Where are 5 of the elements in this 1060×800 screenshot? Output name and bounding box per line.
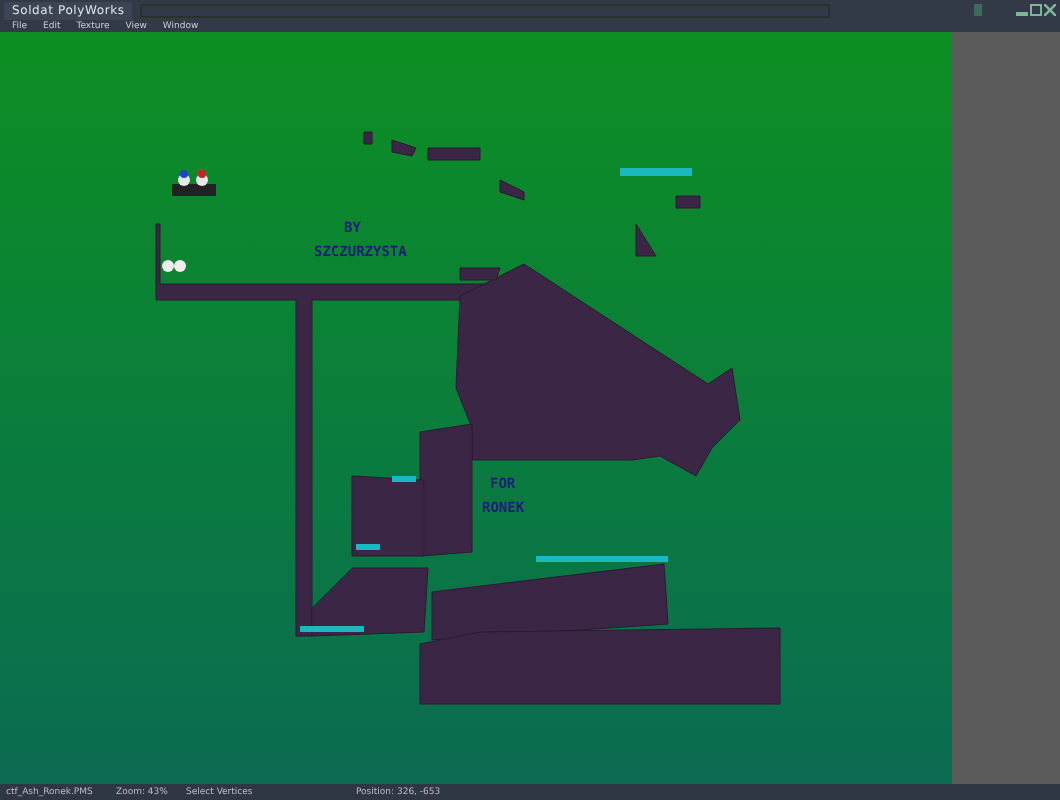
maximize-icon[interactable] xyxy=(1030,4,1042,16)
close-icon[interactable] xyxy=(1044,4,1056,16)
title-field[interactable] xyxy=(140,3,831,17)
player-spawn-icon xyxy=(162,260,186,272)
flag-spawn-icon xyxy=(172,170,216,196)
